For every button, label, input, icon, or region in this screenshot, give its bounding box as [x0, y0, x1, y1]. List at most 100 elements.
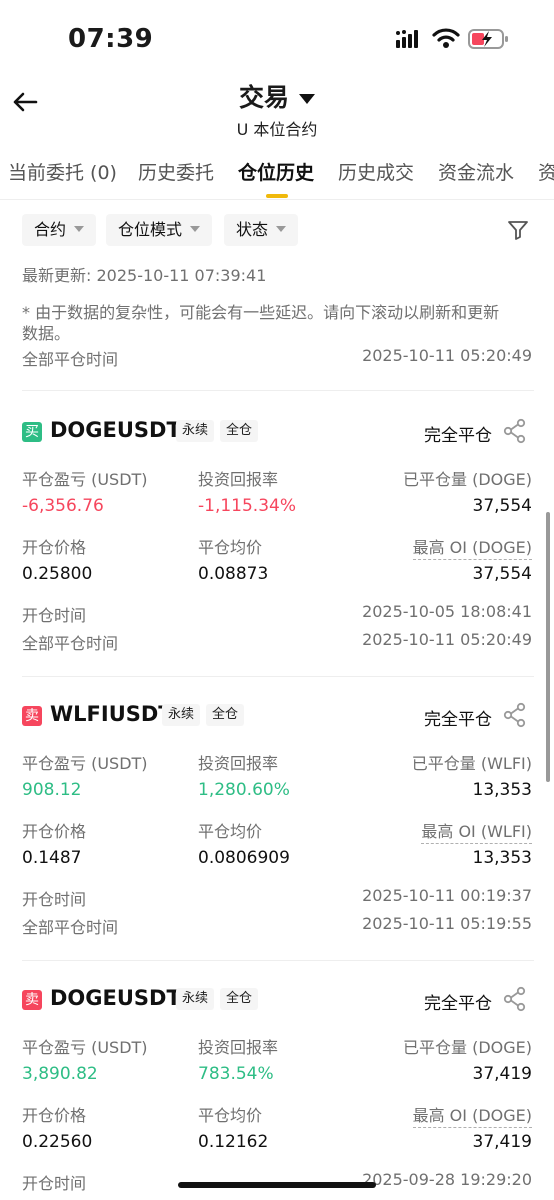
filter-position-mode[interactable]: 仓位模式 — [106, 214, 213, 246]
tag-perpetual: 永续 — [176, 988, 215, 1010]
tab-transaction-history[interactable]: 资金流水 — [438, 158, 514, 185]
tab-open-orders[interactable]: 当前委托 (0) — [8, 158, 117, 185]
close-time-value: 2025-10-11 05:20:49 — [362, 630, 532, 649]
max-oi-label[interactable]: 最高 OI (DOGE) — [412, 1102, 532, 1128]
pnl-label: 平仓盈亏 (USDT) — [22, 1038, 148, 1057]
battery-charging-icon — [468, 28, 510, 54]
open-price-value: 0.1487 — [22, 848, 82, 868]
pnl-value: 3,890.82 — [22, 1064, 98, 1084]
page-subtitle: U 本位合约 — [236, 120, 318, 139]
top-close-time-label: 全部平仓时间 — [22, 350, 119, 369]
roi-label: 投资回报率 — [198, 754, 279, 773]
filter-icon[interactable] — [506, 218, 530, 246]
open-price-value: 0.22560 — [22, 1132, 93, 1152]
wifi-icon — [432, 27, 460, 53]
tab-bar: 当前委托 (0) 历史委托 仓位历史 历史成交 资金流水 资 — [0, 158, 554, 198]
close-avg-value: 0.0806909 — [198, 848, 290, 868]
pnl-label: 平仓盈亏 (USDT) — [22, 754, 148, 773]
pnl-value: -6,356.76 — [22, 496, 104, 516]
home-indicator[interactable] — [178, 1182, 376, 1188]
tag-perpetual: 永续 — [176, 420, 215, 442]
pnl-label: 平仓盈亏 (USDT) — [22, 470, 148, 489]
max-oi-label[interactable]: 最高 OI (WLFI) — [421, 818, 532, 844]
position-status: 完全平仓 — [424, 994, 492, 1014]
symbol: DOGEUSDT — [50, 986, 181, 1010]
filter-status[interactable]: 状态 — [224, 214, 299, 246]
divider — [22, 676, 534, 677]
tag-perpetual: 永续 — [162, 704, 201, 726]
max-oi-value: 37,554 — [472, 564, 532, 584]
open-price-label: 开仓价格 — [22, 1106, 87, 1125]
side-badge: 卖 — [22, 706, 42, 726]
divider — [22, 960, 534, 961]
roi-label: 投资回报率 — [198, 1038, 279, 1057]
tab-order-history[interactable]: 历史委托 — [138, 158, 214, 185]
close-avg-value: 0.12162 — [198, 1132, 269, 1152]
max-oi-value: 13,353 — [472, 848, 532, 868]
max-oi-value: 37,419 — [472, 1132, 532, 1152]
status-time: 07:39 — [68, 24, 154, 54]
close-avg-label: 平仓均价 — [198, 538, 263, 557]
filter-contract-label: 合约 — [34, 220, 67, 239]
tag-cross: 全仓 — [206, 704, 245, 726]
caret-down-icon — [74, 225, 85, 232]
page-title: 交易 — [238, 83, 289, 112]
max-oi-label[interactable]: 最高 OI (DOGE) — [412, 534, 532, 560]
closed-qty-value: 13,353 — [472, 780, 532, 800]
caret-down-icon — [299, 93, 315, 104]
open-time-label: 开仓时间 — [22, 1174, 87, 1193]
closed-qty-label: 已平仓量 (DOGE) — [403, 1038, 532, 1057]
tag-cross: 全仓 — [220, 420, 259, 442]
close-time-label: 全部平仓时间 — [22, 634, 119, 653]
delay-notice: * 由于数据的复杂性，可能会有一些延迟。请向下滚动以刷新和更新数据。 — [22, 303, 500, 343]
open-price-label: 开仓价格 — [22, 538, 87, 557]
roi-value: 1,280.60% — [198, 780, 290, 800]
open-price-label: 开仓价格 — [22, 822, 87, 841]
position-card[interactable]: 卖 WLFIUSDT 永续 全仓 完全平仓 平仓盈亏 (USDT) 投资回报率 … — [0, 692, 554, 954]
caret-down-icon — [190, 225, 201, 232]
open-price-value: 0.25800 — [22, 564, 93, 584]
close-time-label: 全部平仓时间 — [22, 918, 119, 937]
open-time-value: 2025-10-05 18:08:41 — [362, 602, 532, 621]
tab-overflow[interactable]: 资 — [538, 158, 554, 185]
tag-cross: 全仓 — [220, 988, 259, 1010]
roi-label: 投资回报率 — [198, 470, 279, 489]
roi-value: -1,115.34% — [198, 496, 296, 516]
divider — [0, 199, 554, 200]
closed-qty-value: 37,554 — [472, 496, 532, 516]
share-icon[interactable] — [502, 418, 528, 448]
closed-qty-label: 已平仓量 (DOGE) — [403, 470, 532, 489]
open-time-value: 2025-09-28 19:29:20 — [362, 1170, 532, 1189]
closed-qty-label: 已平仓量 (WLFI) — [411, 754, 532, 773]
share-icon[interactable] — [502, 986, 528, 1016]
share-icon[interactable] — [502, 702, 528, 732]
top-close-time-value: 2025-10-11 05:20:49 — [362, 346, 532, 365]
open-time-label: 开仓时间 — [22, 606, 87, 625]
position-status: 完全平仓 — [424, 426, 492, 446]
filter-status-label: 状态 — [236, 220, 269, 239]
open-time-value: 2025-10-11 00:19:37 — [362, 886, 532, 905]
open-time-label: 开仓时间 — [22, 890, 87, 909]
symbol: DOGEUSDT — [50, 418, 181, 442]
side-badge: 买 — [22, 422, 42, 442]
close-time-value: 2025-10-11 05:19:55 — [362, 914, 532, 933]
filter-position-mode-label: 仓位模式 — [118, 220, 183, 239]
close-avg-value: 0.08873 — [198, 564, 269, 584]
last-update: 最新更新: 2025-10-11 07:39:41 — [22, 266, 267, 285]
caret-down-icon — [276, 225, 287, 232]
closed-qty-value: 37,419 — [472, 1064, 532, 1084]
side-badge: 卖 — [22, 990, 42, 1010]
tab-position-history[interactable]: 仓位历史 — [238, 158, 314, 185]
close-avg-label: 平仓均价 — [198, 1106, 263, 1125]
scrollbar[interactable] — [546, 512, 550, 782]
pnl-value: 908.12 — [22, 780, 82, 800]
position-card[interactable]: 买 DOGEUSDT 永续 全仓 完全平仓 平仓盈亏 (USDT) 投资回报率 … — [0, 408, 554, 670]
filter-contract[interactable]: 合约 — [22, 214, 97, 246]
divider — [22, 390, 534, 391]
tab-trade-history[interactable]: 历史成交 — [338, 158, 414, 185]
signal-icon — [396, 30, 424, 52]
position-card[interactable]: 卖 DOGEUSDT 永续 全仓 完全平仓 平仓盈亏 (USDT) 投资回报率 … — [0, 976, 554, 1200]
page-title-dropdown[interactable]: 交易 — [0, 78, 554, 114]
position-status: 完全平仓 — [424, 710, 492, 730]
roi-value: 783.54% — [198, 1064, 274, 1084]
